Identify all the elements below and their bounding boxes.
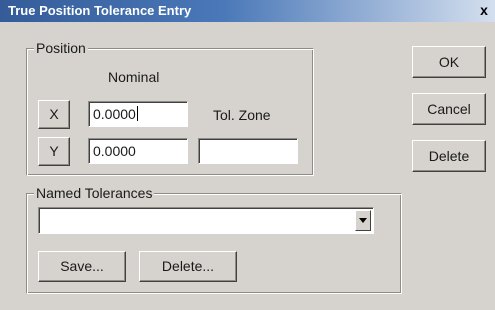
tol-zone-label: Tol. Zone: [213, 107, 271, 123]
x-button[interactable]: X: [38, 100, 70, 129]
tol-zone-field[interactable]: [198, 138, 298, 164]
delete-button[interactable]: Delete: [412, 140, 486, 172]
x-nominal-field[interactable]: 0.0000: [88, 101, 188, 127]
title-bar: True Position Tolerance Entry x: [0, 0, 495, 22]
position-group-title: Position: [34, 40, 88, 56]
ok-button[interactable]: OK: [412, 46, 486, 78]
y-nominal-field[interactable]: 0.0000: [88, 138, 188, 164]
nominal-label: Nominal: [108, 69, 160, 85]
text-caret: [136, 106, 138, 121]
dropdown-arrow-button[interactable]: [355, 210, 371, 231]
cancel-button[interactable]: Cancel: [412, 93, 486, 125]
chevron-down-icon: [359, 218, 367, 223]
save-named-button[interactable]: Save...: [38, 251, 126, 282]
tolerance-dialog: True Position Tolerance Entry x Position…: [0, 0, 495, 310]
close-button[interactable]: x: [475, 1, 493, 19]
named-tolerances-dropdown[interactable]: [38, 207, 374, 234]
y-nominal-value: 0.0000: [93, 143, 136, 159]
y-button[interactable]: Y: [38, 137, 70, 166]
x-nominal-value: 0.0000: [93, 106, 136, 122]
named-tolerances-title: Named Tolerances: [34, 185, 155, 201]
delete-named-button[interactable]: Delete...: [139, 251, 237, 282]
window-title: True Position Tolerance Entry: [8, 3, 192, 18]
